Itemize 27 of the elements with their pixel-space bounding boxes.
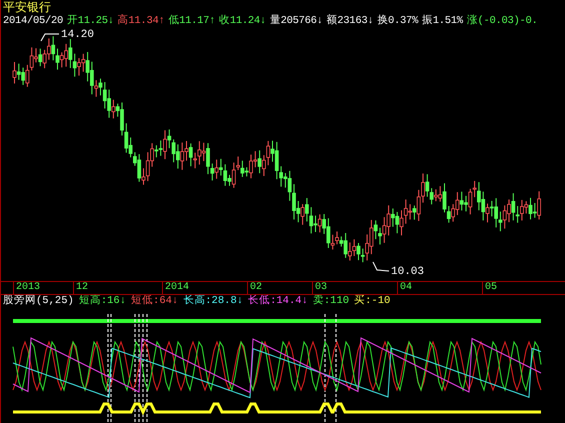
date-label: 2013 bbox=[13, 282, 40, 294]
date-label: 02 bbox=[247, 282, 262, 294]
quote-field: 收11.24↓ bbox=[219, 14, 266, 29]
indicator-name: 股旁网(5,25) bbox=[3, 295, 74, 308]
date-label: 04 bbox=[397, 282, 412, 294]
price-label: 10.03 bbox=[372, 262, 424, 278]
indicator-value: 卖:110 bbox=[312, 295, 350, 308]
indicator-value: 长高:28.8↓ bbox=[183, 295, 244, 308]
date-label: 12 bbox=[73, 282, 88, 294]
quote-field: 振1.51% bbox=[422, 14, 463, 29]
indicator-value: 长低:14.4↓ bbox=[248, 295, 308, 308]
date-label: 03 bbox=[312, 282, 328, 294]
quote-field: 2014/05/20 bbox=[3, 14, 64, 29]
date-label: 2014 bbox=[162, 282, 190, 294]
quote-field: 量205766↓ bbox=[270, 14, 323, 29]
quote-field: 开11.25↓ bbox=[67, 14, 114, 29]
quote-field: 换0.37% bbox=[377, 14, 418, 29]
quote-field: 高11.34↑ bbox=[118, 14, 164, 29]
stock-name: 平安银行 bbox=[2, 0, 52, 14]
indicator-value: 买:-10 bbox=[354, 295, 390, 308]
date-label: 05 bbox=[482, 282, 498, 294]
quote-field: 涨(-0.03)-0. bbox=[466, 14, 538, 29]
price-label: 14.20 bbox=[40, 29, 94, 42]
quote-field: 额23163↓ bbox=[326, 14, 374, 29]
indicator-value: 短高:16↓ bbox=[78, 295, 126, 308]
indicator-value: 短低:64↓ bbox=[131, 295, 178, 308]
quote-field: 低11.17↑ bbox=[168, 14, 216, 29]
